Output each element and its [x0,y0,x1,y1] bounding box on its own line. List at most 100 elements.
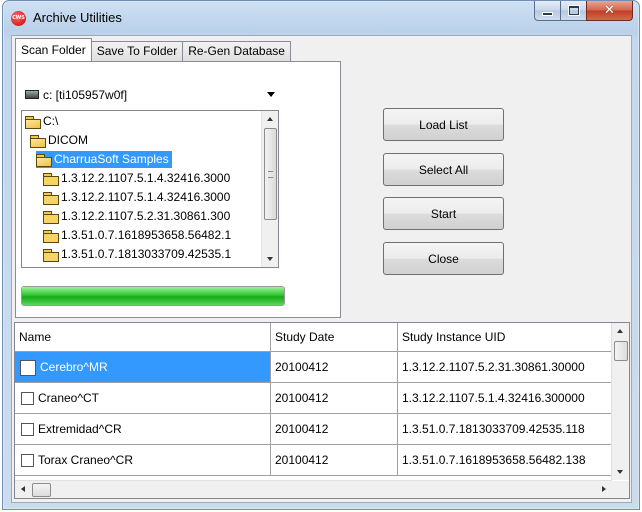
select-all-button[interactable]: Select All [383,153,504,186]
maximize-button[interactable] [560,1,587,21]
cell-name[interactable]: Extremidad^CR [15,414,271,444]
maximize-icon [568,6,579,15]
close-icon: ✕ [604,3,615,18]
table-scroll-up-button[interactable] [612,323,628,339]
grip-icon [268,171,273,178]
folder-tree-item[interactable]: 1.3.51.0.7.1813033709.42535.1 [43,246,234,263]
start-button[interactable]: Start [383,197,504,230]
tab-re-gen-database[interactable]: Re-Gen Database [182,41,291,61]
open-folder-icon [36,153,52,167]
load-list-button[interactable]: Load List [383,108,504,141]
cell-study-instance-uid[interactable]: 1.3.12.2.1107.5.2.31.30861.30000 [398,352,615,382]
arrow-left-icon [21,486,25,492]
folder-tree-item[interactable]: DICOM [30,132,91,149]
folder-tree-item[interactable]: CharruaSoft Samples [36,151,172,168]
folder-icon [43,248,59,262]
folder-tree-item-label: 1.3.12.2.1107.5.2.31.30861.300 [61,209,231,223]
row-checkbox[interactable] [20,359,36,376]
scroll-down-button[interactable] [262,251,278,267]
folder-icon [43,191,59,205]
scan-progress-bar [21,286,285,306]
scan-folder-panel: c: [ti105957w0f] C:\ DICOM CharruaSoft Sam… [15,61,341,318]
tab-scan-folder[interactable]: Scan Folder [15,38,92,61]
patient-name: Cerebro^MR [40,360,108,374]
scroll-thumb[interactable] [264,128,277,220]
column-header-name[interactable]: Name [15,323,271,351]
scroll-right-button[interactable] [596,481,612,497]
table-row[interactable]: Cerebro^MR 20100412 1.3.12.2.1107.5.2.31.3… [15,352,615,383]
minimize-icon [542,11,553,16]
arrow-up-icon [267,117,273,121]
folder-tree-item-label: DICOM [48,133,88,147]
cell-study-date[interactable]: 20100412 [271,352,398,382]
folder-icon [43,210,59,224]
drive-select-value: c: [ti105957w0f] [43,87,128,102]
table-horizontal-scrollbar[interactable] [15,480,612,498]
table-row[interactable]: Extremidad^CR 20100412 1.3.51.0.7.18130337… [15,414,615,445]
cell-study-date[interactable]: 20100412 [271,383,398,413]
arrow-up-icon [617,329,623,333]
patient-name: Torax Craneo^CR [38,453,133,467]
folder-tree[interactable]: C:\ DICOM CharruaSoft Samples 1.3.12.2.1107… [21,110,279,268]
table-row[interactable]: Torax Craneo^CR 20100412 1.3.51.0.7.161895… [15,445,615,476]
folder-icon [43,172,59,186]
row-checkbox[interactable] [21,423,34,437]
arrow-right-icon [602,486,606,492]
cell-study-date[interactable]: 20100412 [271,445,398,475]
window-title: Archive Utilities [33,10,122,25]
folder-tree-item[interactable]: 1.3.12.2.1107.5.1.4.32416.3000 [43,189,233,206]
folder-tree-item-label: 1.3.51.0.7.1618953658.56482.1 [61,228,232,242]
archive-utilities-window: CWS Archive Utilities ✕ Scan Folder Save… [2,0,640,510]
row-checkbox[interactable] [21,392,34,406]
table-header: Name Study Date Study Instance UID [15,323,615,352]
arrow-down-icon [617,470,623,474]
folder-tree-item[interactable]: 1.3.12.2.1107.5.1.4.32416.3000 [43,170,233,187]
patient-name: Extremidad^CR [38,422,122,436]
arrow-down-icon [267,257,273,261]
horizontal-scroll-thumb[interactable] [32,483,51,497]
scrollbar-corner [612,481,629,498]
cell-study-instance-uid[interactable]: 1.3.51.0.7.1813033709.42535.118 [398,414,615,444]
column-header-study-instance-uid[interactable]: Study Instance UID [398,323,615,351]
folder-icon [43,229,59,243]
close-button[interactable]: Close [383,242,504,275]
folder-tree-scrollbar[interactable] [261,111,278,267]
scroll-up-button[interactable] [262,111,278,127]
table-vertical-scrollbar[interactable] [611,323,629,480]
table-row[interactable]: Craneo^CT 20100412 1.3.12.2.1107.5.1.4.324… [15,383,615,414]
chevron-down-icon[interactable] [267,92,275,97]
title-bar[interactable]: CWS Archive Utilities ✕ [3,1,639,35]
column-header-study-date[interactable]: Study Date [271,323,398,351]
patient-name: Craneo^CT [38,391,99,405]
close-window-button[interactable]: ✕ [586,1,633,21]
scroll-left-button[interactable] [15,481,31,497]
client-area: Scan Folder Save To Folder Re-Gen Databa… [11,35,632,503]
table-scroll-thumb[interactable] [614,341,628,361]
table-scroll-down-button[interactable] [612,464,628,480]
cell-study-instance-uid[interactable]: 1.3.12.2.1107.5.1.4.32416.300000 [398,383,615,413]
hard-drive-icon [25,90,39,99]
cell-study-date[interactable]: 20100412 [271,414,398,444]
tab-strip: Scan Folder Save To Folder Re-Gen Databa… [15,38,291,61]
minimize-button[interactable] [534,1,561,21]
cell-name[interactable]: Cerebro^MR [15,352,271,382]
folder-tree-item[interactable]: 1.3.12.2.1107.5.2.31.30861.300 [43,208,233,225]
open-folder-icon [30,134,46,148]
tab-save-to-folder[interactable]: Save To Folder [90,41,184,61]
folder-tree-item[interactable]: 1.3.51.0.7.1618953658.56482.1 [43,227,234,244]
cell-name[interactable]: Craneo^CT [15,383,271,413]
study-table[interactable]: Name Study Date Study Instance UID Cereb… [14,322,630,499]
progress-fill [22,287,284,305]
folder-tree-item-label: CharruaSoft Samples [54,152,169,166]
cell-study-instance-uid[interactable]: 1.3.51.0.7.1618953658.56482.138 [398,445,615,475]
folder-tree-item-label: 1.3.51.0.7.1813033709.42535.1 [61,247,232,261]
open-folder-icon [25,115,41,129]
folder-tree-item-label: 1.3.12.2.1107.5.1.4.32416.3000 [61,190,231,204]
folder-tree-item-label: 1.3.12.2.1107.5.1.4.32416.3000 [61,171,231,185]
row-checkbox[interactable] [21,454,34,468]
folder-tree-item-label: C:\ [43,114,59,128]
app-icon: CWS [11,11,26,26]
folder-tree-item[interactable]: C:\ [25,113,61,130]
cell-name[interactable]: Torax Craneo^CR [15,445,271,475]
drive-select[interactable]: c: [ti105957w0f] [22,85,280,104]
